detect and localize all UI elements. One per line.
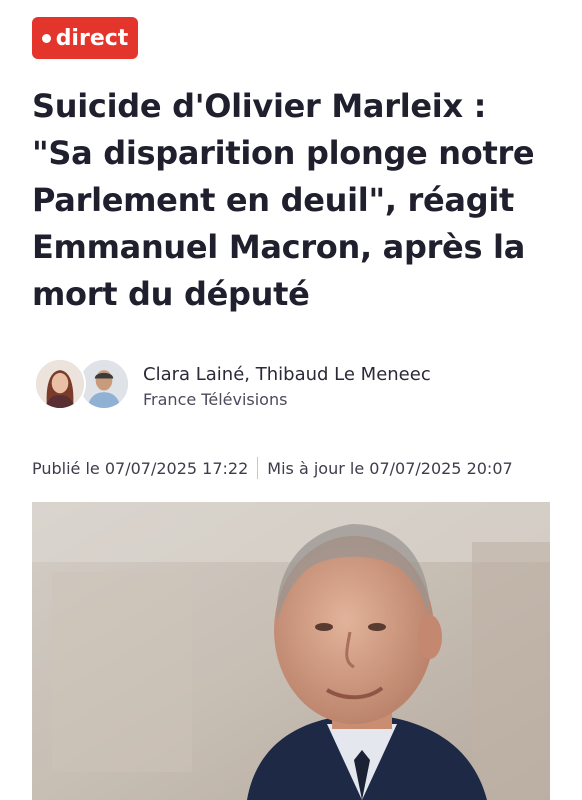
- article-dates: Publié le 07/07/2025 17:22 Mis à jour le…: [32, 457, 552, 479]
- live-dot-icon: [41, 33, 51, 43]
- article-photo[interactable]: [32, 502, 550, 800]
- author-organization: France Télévisions: [143, 390, 288, 409]
- live-badge-label: direct: [55, 25, 129, 51]
- author-avatars[interactable]: [34, 358, 134, 412]
- author-names[interactable]: Clara Lainé, Thibaud Le Meneec: [143, 364, 431, 385]
- article-headline: Suicide d'Olivier Marleix : "Sa disparit…: [32, 87, 535, 313]
- date-separator: [257, 457, 259, 479]
- published-date: Publié le 07/07/2025 17:22: [32, 458, 249, 478]
- live-badge[interactable]: direct: [32, 17, 138, 59]
- avatar[interactable]: [34, 358, 86, 410]
- updated-date: Mis à jour le 07/07/2025 20:07: [267, 458, 513, 478]
